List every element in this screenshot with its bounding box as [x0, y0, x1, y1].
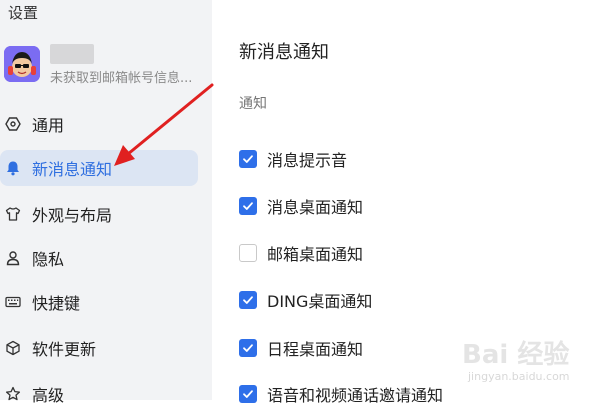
- sidebar-item-label: 快捷键: [32, 294, 81, 313]
- option-mail-desktop[interactable]: 邮箱桌面通知: [239, 241, 363, 265]
- keyboard-icon: [4, 293, 22, 311]
- sidebar-item-update[interactable]: 软件更新: [0, 330, 198, 366]
- checkmark-icon: [243, 296, 253, 304]
- checkmark-icon: [243, 344, 253, 352]
- option-call-invite[interactable]: 语音和视频通话邀请通知: [239, 382, 443, 406]
- checkmark-icon: [243, 202, 253, 210]
- option-ding-desktop[interactable]: DING桌面通知: [239, 288, 372, 312]
- checkmark-icon: [243, 390, 253, 398]
- checkbox[interactable]: [239, 339, 257, 357]
- person-icon: [4, 249, 22, 267]
- option-label: 消息提示音: [267, 151, 348, 170]
- sidebar-title: 设置: [8, 4, 39, 22]
- sidebar-item-appearance[interactable]: 外观与布局: [0, 196, 198, 232]
- option-calendar-desktop[interactable]: 日程桌面通知: [239, 336, 363, 360]
- option-label: DING桌面通知: [267, 292, 373, 311]
- option-message-desktop[interactable]: 消息桌面通知: [239, 194, 363, 218]
- checkmark-icon: [243, 155, 253, 163]
- sidebar-item-label: 隐私: [32, 250, 65, 269]
- sidebar-item-shortcuts[interactable]: 快捷键: [0, 284, 198, 320]
- sidebar-item-advanced[interactable]: 高级: [0, 376, 198, 412]
- section-heading: 通知: [239, 96, 267, 112]
- bell-icon: [4, 159, 22, 177]
- sidebar-item-notifications[interactable]: 新消息通知: [0, 150, 198, 186]
- sidebar-item-label: 新消息通知: [32, 160, 113, 179]
- avatar[interactable]: [4, 46, 40, 82]
- checkbox[interactable]: [239, 244, 257, 262]
- sidebar-item-label: 软件更新: [32, 340, 97, 359]
- sidebar-item-label: 通用: [32, 116, 65, 135]
- checkbox[interactable]: [239, 197, 257, 215]
- checkbox[interactable]: [239, 150, 257, 168]
- option-label: 日程桌面通知: [267, 340, 364, 359]
- avatar-illustration: [4, 46, 40, 82]
- sidebar: 设置 未获取到邮箱帐号信息... 通用 新消息通知 外观与布局 隐私 快捷键 软…: [0, 0, 212, 405]
- checkbox[interactable]: [239, 291, 257, 309]
- watermark-brand: Bai 经验: [462, 340, 570, 370]
- option-label: 语音和视频通话邀请通知: [267, 386, 444, 405]
- account-name-redacted: [50, 44, 94, 64]
- sidebar-item-general[interactable]: 通用: [0, 106, 198, 142]
- star-icon: [4, 385, 22, 403]
- watermark: Bai 经验 jingyan.baidu.com: [462, 330, 600, 400]
- option-label: 消息桌面通知: [267, 198, 364, 217]
- sidebar-item-privacy[interactable]: 隐私: [0, 240, 198, 276]
- cube-icon: [4, 339, 22, 357]
- page-title: 新消息通知: [239, 42, 329, 63]
- checkbox[interactable]: [239, 385, 257, 403]
- hexagon-icon: [4, 115, 22, 133]
- sidebar-item-label: 外观与布局: [32, 206, 113, 225]
- watermark-url: jingyan.baidu.com: [468, 370, 570, 383]
- option-message-sound[interactable]: 消息提示音: [239, 147, 347, 171]
- account-subtitle: 未获取到邮箱帐号信息...: [50, 71, 193, 86]
- shirt-icon: [4, 205, 22, 223]
- option-label: 邮箱桌面通知: [267, 245, 364, 264]
- sidebar-item-label: 高级: [32, 386, 65, 405]
